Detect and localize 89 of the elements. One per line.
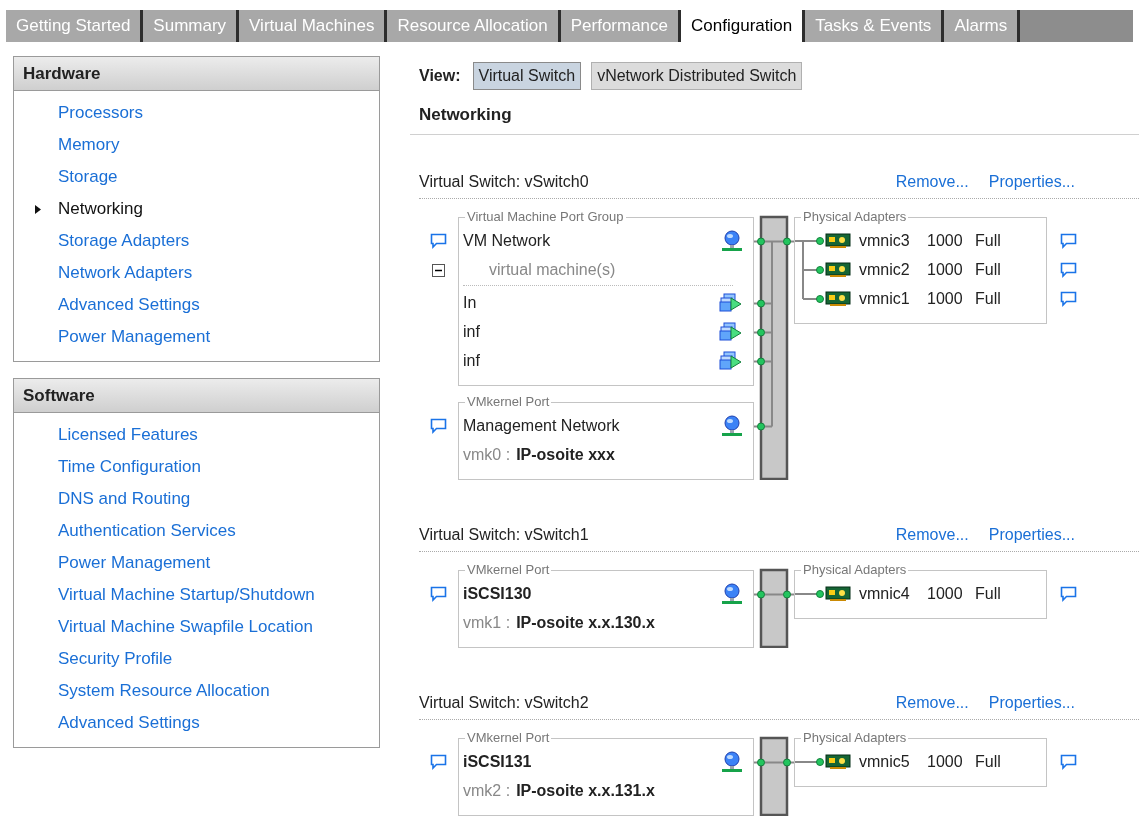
adapter-name[interactable]: vmnic2 <box>859 258 927 282</box>
network-card-icon <box>825 586 851 602</box>
view-toggle-button[interactable]: Virtual Switch <box>472 62 582 90</box>
network-card-icon <box>825 754 851 770</box>
virtual-machine-name[interactable]: inf <box>463 349 480 373</box>
sidebar-link[interactable]: Time Configuration <box>58 454 201 480</box>
adapter-connector <box>795 758 825 766</box>
sidebar-link[interactable]: Storage <box>58 164 118 190</box>
adapter-duplex: Full <box>975 289 1001 309</box>
adapter-speed: 1000 <box>927 584 964 604</box>
network-card-icon <box>825 262 851 278</box>
sidebar-link[interactable]: System Resource Allocation <box>58 678 270 704</box>
comment-icon[interactable] <box>430 233 447 249</box>
sidebar-link[interactable]: Virtual Machine Startup/Shutdown <box>58 582 315 608</box>
network-card-icon <box>825 291 851 307</box>
sidebar-link[interactable]: Networking <box>58 196 144 222</box>
adapter-speed: 1000 <box>927 231 964 251</box>
comment-icon[interactable] <box>1060 291 1077 307</box>
adapter-connector <box>795 237 825 303</box>
switch-action-link[interactable]: Properties... <box>988 690 1075 715</box>
adapter-duplex: Full <box>975 260 1001 280</box>
panel-header: Software <box>14 379 379 413</box>
adapter-name[interactable]: vmnic5 <box>859 750 927 774</box>
adapter-speed: 1000 <box>927 752 964 772</box>
comment-icon[interactable] <box>430 418 447 434</box>
sidebar-link[interactable]: Processors <box>58 100 144 126</box>
sidebar-link[interactable]: Virtual Machine Swapfile Location <box>58 614 313 640</box>
sidebar-link[interactable]: Advanced Settings <box>58 292 200 318</box>
virtual-machine-name[interactable]: inf <box>463 320 480 344</box>
comment-icon[interactable] <box>430 586 447 602</box>
adapter-duplex: Full <box>975 752 1001 772</box>
port-group-name: iSCSI131 <box>463 752 532 772</box>
comment-icon[interactable] <box>1060 233 1077 249</box>
vmkernel-id: vmk2 : <box>463 781 511 801</box>
port-group-name: iSCSI130 <box>463 584 532 604</box>
view-toggle-button[interactable]: vNetwork Distributed Switch <box>591 62 803 90</box>
network-globe-icon <box>721 415 743 437</box>
virtual-machine-icon <box>719 351 743 371</box>
ip-address: IP-osoite x.x.131.x <box>516 781 655 801</box>
sidebar-link[interactable]: Storage Adapters <box>58 228 190 254</box>
adapter-connector <box>795 590 825 598</box>
port-group-name: VM Network <box>463 231 551 251</box>
switch-title: Virtual Switch: vSwitch0 <box>419 171 589 192</box>
network-globe-icon <box>721 583 743 605</box>
sidebar-link[interactable]: DNS and Routing <box>58 486 191 512</box>
section-heading: Networking <box>410 102 1139 135</box>
adapter-name[interactable]: vmnic1 <box>859 287 927 311</box>
network-globe-icon <box>721 230 743 252</box>
view-label: View: <box>419 66 461 86</box>
switch-title: Virtual Switch: vSwitch1 <box>419 524 589 545</box>
switch-title: Virtual Switch: vSwitch2 <box>419 692 589 713</box>
switch-action-link[interactable]: Remove... <box>895 169 969 194</box>
ip-address: IP-osoite x.x.130.x <box>516 613 655 633</box>
sidebar-link[interactable]: Security Profile <box>58 646 173 672</box>
vmkernel-id: vmk1 : <box>463 613 511 633</box>
sidebar-link[interactable]: Memory <box>58 132 120 158</box>
switch-action-link[interactable]: Remove... <box>895 690 969 715</box>
sidebar-link[interactable]: Power Management <box>58 324 211 350</box>
comment-icon[interactable] <box>1060 754 1077 770</box>
switch-action-link[interactable]: Remove... <box>895 522 969 547</box>
switch-action-link[interactable]: Properties... <box>988 522 1075 547</box>
adapter-duplex: Full <box>975 584 1001 604</box>
network-card-icon <box>825 233 851 249</box>
virtual-machine-name[interactable]: In <box>463 291 477 315</box>
tab[interactable]: Configuration <box>681 10 806 42</box>
switch-action-link[interactable]: Properties... <box>988 169 1075 194</box>
network-globe-icon <box>721 751 743 773</box>
comment-icon[interactable] <box>1060 262 1077 278</box>
comment-icon[interactable] <box>1060 586 1077 602</box>
vmkernel-id: vmk0 : <box>463 445 511 465</box>
adapter-name[interactable]: vmnic3 <box>859 229 927 253</box>
adapter-name[interactable]: vmnic4 <box>859 582 927 606</box>
sidebar-link[interactable]: Licensed Features <box>58 422 198 448</box>
adapter-speed: 1000 <box>927 260 964 280</box>
sidebar-link[interactable]: Network Adapters <box>58 260 193 286</box>
selected-arrow-icon <box>34 204 41 214</box>
collapse-icon[interactable] <box>432 263 445 277</box>
adapter-duplex: Full <box>975 231 1001 251</box>
sidebar-link[interactable]: Power Management <box>58 550 211 576</box>
sidebar-link[interactable]: Advanced Settings <box>58 710 200 736</box>
sidebar-link[interactable]: Authentication Services <box>58 518 236 544</box>
port-group-name: Management Network <box>463 416 620 436</box>
comment-icon[interactable] <box>430 754 447 770</box>
virtual-machines-label: virtual machine(s) <box>489 260 616 280</box>
ip-address: IP-osoite xxx <box>516 445 615 465</box>
virtual-machine-icon <box>719 322 743 342</box>
panel-header: Hardware <box>14 57 379 91</box>
virtual-machine-icon <box>719 293 743 313</box>
adapter-speed: 1000 <box>927 289 964 309</box>
